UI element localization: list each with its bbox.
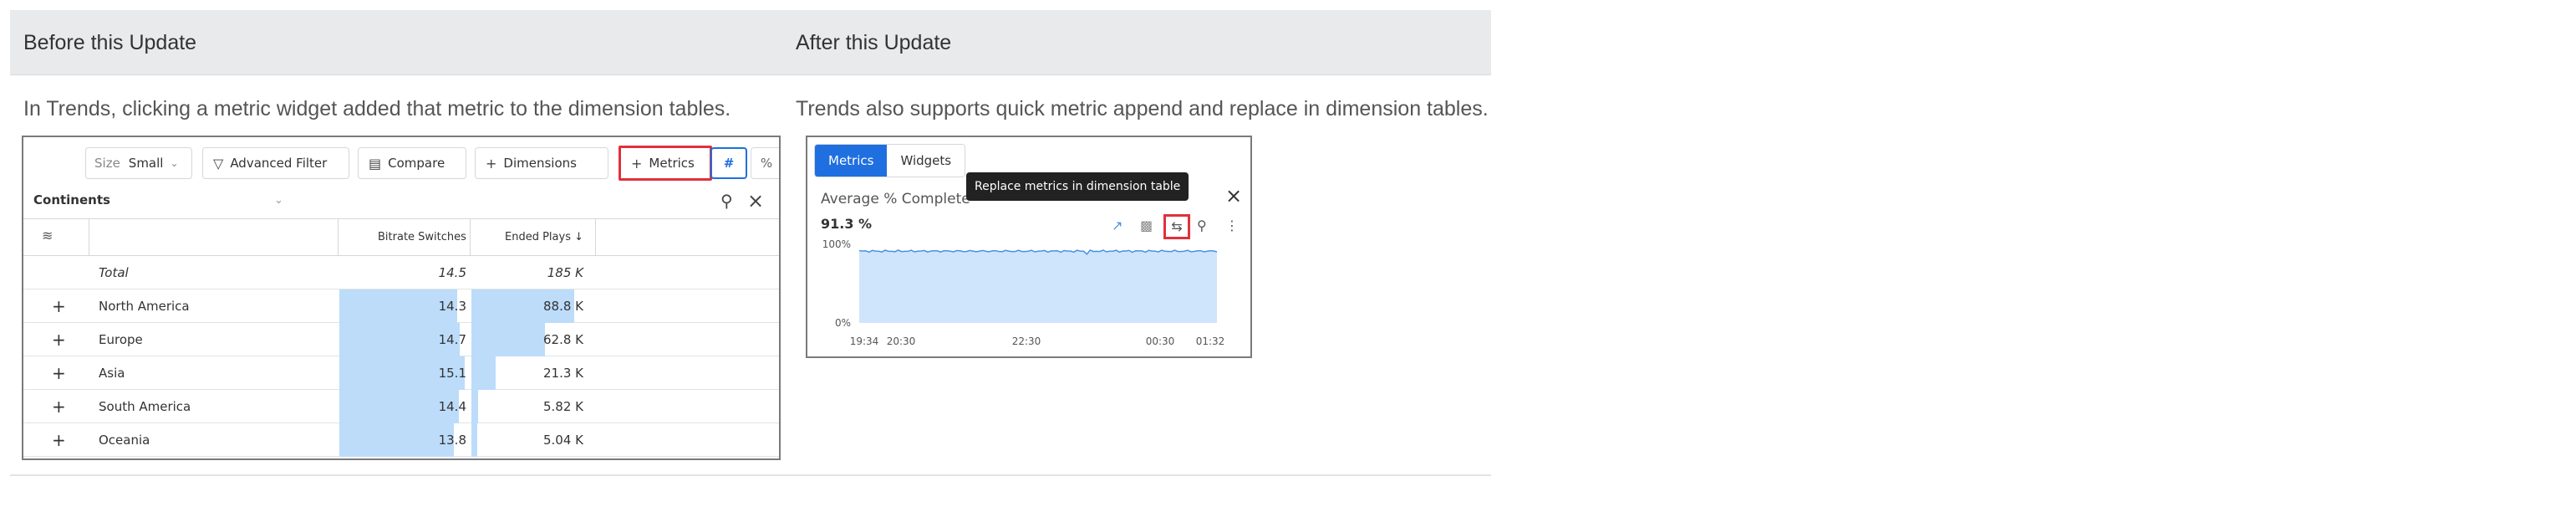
- expand-plus-icon[interactable]: +: [52, 296, 66, 316]
- table-row[interactable]: + South America 14.4 5.82 K: [23, 390, 779, 423]
- x-tick-label: 01:32: [1196, 335, 1225, 347]
- chart-toggle-icon[interactable]: ≋: [42, 228, 53, 243]
- row-name: Oceania: [99, 433, 150, 448]
- x-tick-label: 20:30: [887, 335, 916, 347]
- ended-plays-value: 21.3 K: [542, 366, 583, 381]
- plus-icon: +: [486, 155, 497, 172]
- dimension-table-header: Continents ⌄ ⚲ ×: [23, 186, 779, 219]
- x-tick-label: 19:34: [850, 335, 879, 347]
- percent-values-toggle[interactable]: %: [751, 147, 779, 179]
- expand-plus-icon[interactable]: +: [52, 363, 66, 383]
- column-header-row: ≋ Bitrate Switches Ended Plays ↓: [23, 219, 779, 256]
- bitrate-value: 14.3: [438, 299, 466, 314]
- compare-icon: ▤: [369, 155, 382, 172]
- close-icon[interactable]: ×: [747, 189, 764, 213]
- filter-icon: ▽: [213, 155, 224, 172]
- comparison-table: Before this Update After this Update In …: [10, 10, 1491, 479]
- ended-plays-value: 5.04 K: [542, 433, 583, 448]
- column-ended-plays[interactable]: Ended Plays ↓: [505, 231, 583, 243]
- size-select[interactable]: Size Small ⌄: [85, 147, 192, 179]
- y-tick-label: 100%: [822, 238, 851, 250]
- metrics-button[interactable]: + Metrics: [619, 146, 712, 181]
- header-after: After this Update: [796, 31, 952, 54]
- header-before: Before this Update: [23, 31, 197, 54]
- row-name: Europe: [99, 332, 143, 347]
- row-name: Asia: [99, 366, 125, 381]
- column-divider: [338, 219, 339, 256]
- area-chart: 100% 0% 19:34 20:30 22:30 00:30 01:32: [822, 238, 1225, 347]
- column-divider: [470, 219, 471, 256]
- advanced-filter-button[interactable]: ▽ Advanced Filter: [202, 147, 349, 179]
- column-divider: [595, 219, 596, 256]
- expand-plus-icon[interactable]: +: [52, 330, 66, 350]
- dimension-title: Continents: [33, 192, 110, 207]
- ended-plays-value: 88.8 K: [542, 299, 583, 314]
- column-bitrate-switches[interactable]: Bitrate Switches: [378, 231, 466, 243]
- x-tick-label: 22:30: [1012, 335, 1041, 347]
- chevron-down-icon: ⌄: [170, 157, 179, 169]
- compare-button[interactable]: ▤ Compare: [358, 147, 466, 179]
- table-bottom-border: [10, 474, 1491, 476]
- search-icon[interactable]: ⚲: [720, 191, 733, 211]
- plus-icon: +: [631, 155, 643, 172]
- description-before: In Trends, clicking a metric widget adde…: [23, 97, 731, 120]
- table-row[interactable]: + Asia 15.1 21.3 K: [23, 356, 779, 390]
- chevron-down-icon[interactable]: ⌄: [274, 194, 283, 207]
- total-row: Total 14.5 185 K: [23, 256, 779, 289]
- table-row[interactable]: + Oceania 13.8 5.04 K: [23, 423, 779, 457]
- bitrate-value: 14.7: [438, 332, 466, 347]
- area-fill: [859, 249, 1217, 323]
- y-tick-label: 0%: [835, 317, 851, 329]
- table-row[interactable]: + Europe 14.7 62.8 K: [23, 323, 779, 356]
- table-header: Before this Update After this Update: [10, 10, 1491, 75]
- after-screenshot: Metrics Widgets Average % Complete 91.3 …: [806, 136, 1252, 358]
- bitrate-value: 15.1: [438, 366, 466, 381]
- bitrate-value: 14.4: [438, 399, 466, 414]
- dimensions-button[interactable]: + Dimensions: [475, 147, 608, 179]
- ended-plays-value: 62.8 K: [542, 332, 583, 347]
- row-name: South America: [99, 399, 191, 414]
- table-row[interactable]: + North America 14.3 88.8 K: [23, 289, 779, 323]
- description-after: Trends also supports quick metric append…: [796, 97, 1489, 120]
- row-name: North America: [99, 299, 190, 314]
- ended-plays-value: 5.82 K: [542, 399, 583, 414]
- expand-plus-icon[interactable]: +: [52, 397, 66, 417]
- absolute-values-toggle[interactable]: #: [710, 147, 747, 179]
- bitrate-value: 13.8: [438, 433, 466, 448]
- x-tick-label: 00:30: [1146, 335, 1175, 347]
- expand-plus-icon[interactable]: +: [52, 430, 66, 450]
- before-screenshot: Size Small ⌄ ▽ Advanced Filter ▤ Compare…: [22, 136, 781, 460]
- replace-metrics-tooltip: Replace metrics in dimension table: [966, 172, 1189, 201]
